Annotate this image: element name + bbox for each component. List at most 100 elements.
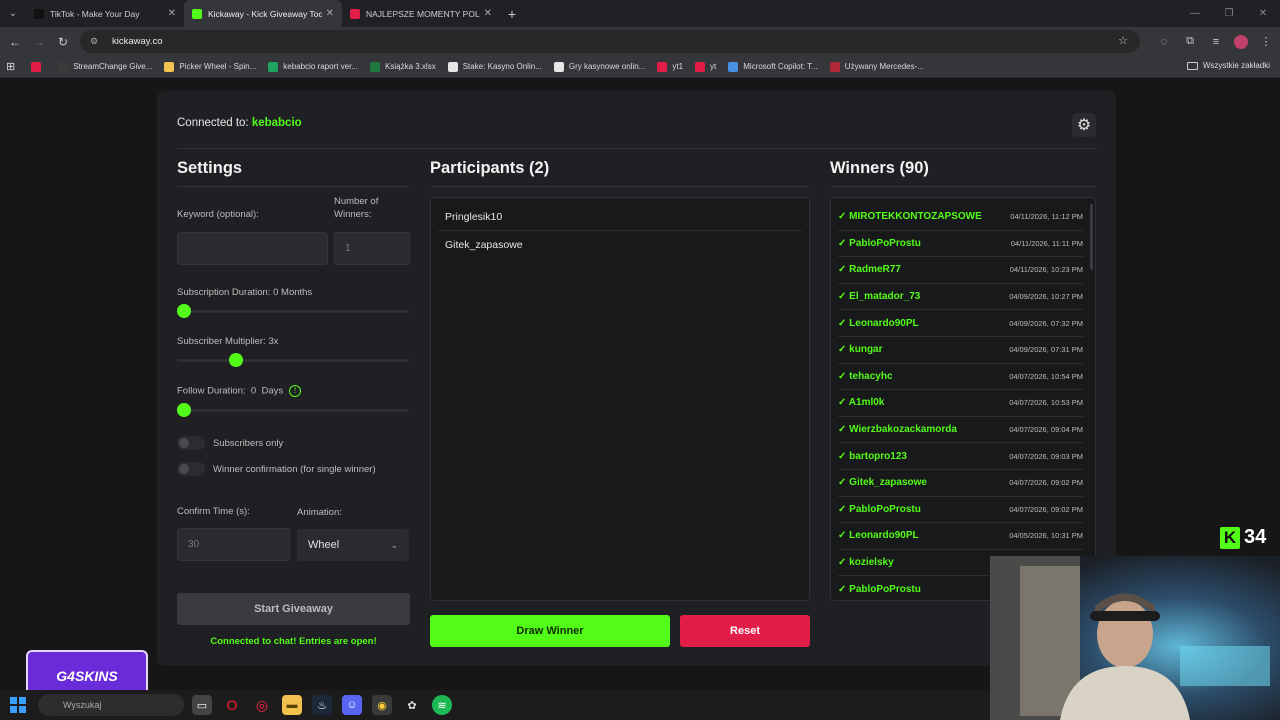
minimize-icon[interactable]: — (1178, 0, 1212, 27)
tab-search-chevron-icon[interactable]: ⌄ (0, 0, 26, 27)
confirm-time-input[interactable]: 30 (177, 528, 290, 561)
bookmark-favicon-icon (268, 61, 279, 72)
browser-tab[interactable]: Kickaway - Kick Giveaway Tool ✕ (184, 0, 342, 27)
site-info-icon[interactable]: ⚙ (90, 36, 102, 47)
follow-duration-slider[interactable] (177, 403, 409, 417)
keyword-input[interactable] (177, 232, 328, 265)
info-icon[interactable]: ! (289, 385, 302, 397)
close-tab-icon[interactable]: ✕ (326, 8, 334, 19)
spotify-icon[interactable]: ≋ (432, 695, 452, 715)
menu-kebab-icon[interactable]: ⋮ (1258, 35, 1274, 48)
start-giveaway-button[interactable]: Start Giveaway (177, 593, 410, 625)
address-bar: ← → ↻ ⚙ kickaway.co ☆ ◌ ⧉ ≡ ⋮ (0, 27, 1280, 56)
bookmark-label: StreamChange Give... (73, 62, 153, 71)
winner-name: ✓ kungar (838, 344, 883, 355)
winners-count-input[interactable]: 1 (334, 232, 410, 265)
apps-grid-icon[interactable]: ⊞ (6, 60, 15, 73)
bookmark-item[interactable]: Stake: Kasyno Onlin... (447, 61, 542, 72)
browser-tab[interactable]: NAJLEPSZE MOMENTY POLSKI ✕ (342, 0, 500, 27)
reading-list-icon[interactable]: ≡ (1208, 36, 1224, 48)
winner-name: ✓ PabloPoProstu (838, 238, 921, 249)
bookmark-item[interactable]: yt (695, 61, 716, 72)
check-icon: ✓ (838, 344, 850, 356)
extension-icon[interactable]: ◌ (1156, 36, 1172, 48)
multiplier-label: Subscriber Multiplier: 3x (177, 336, 279, 347)
slider-handle[interactable] (177, 304, 191, 318)
participants-title: Participants (2) (430, 159, 550, 177)
reload-icon[interactable]: ↻ (51, 35, 75, 49)
bookmark-favicon-icon (164, 61, 175, 72)
browser-tab[interactable]: TikTok - Make Your Day ✕ (26, 0, 184, 27)
taskbar: Wyszukaj ▭ O ◎ ▬ ♨ ☺ ◉ ✿ ≋ (0, 690, 990, 720)
channel-name: kebabcio (251, 117, 302, 129)
slider-handle[interactable] (229, 353, 244, 367)
animation-label: Animation: (297, 507, 342, 518)
close-tab-icon[interactable]: ✕ (168, 8, 176, 19)
bookmark-item[interactable]: Książka 3.xlsx (370, 61, 436, 72)
confirm-time-label: Confirm Time (s): (177, 506, 250, 517)
check-icon: ✓ (838, 530, 850, 542)
file-explorer-icon[interactable]: ▬ (282, 695, 302, 715)
bookmark-item[interactable]: yt1 (657, 61, 684, 72)
bookmark-star-icon[interactable]: ☆ (1118, 34, 1128, 47)
reset-button[interactable]: Reset (680, 615, 810, 647)
close-window-icon[interactable]: ✕ (1246, 0, 1280, 27)
maximize-icon[interactable]: ❐ (1212, 0, 1246, 27)
winner-row: ✓ PabloPoProstu 04/07/2026, 09:02 PM (838, 497, 1083, 524)
bookmark-favicon-icon (447, 61, 458, 72)
bookmark-item[interactable]: kebabcio raport ver... (268, 61, 359, 72)
winner-name-text: Leonardo90PL (849, 530, 919, 542)
tab-bar: ⌄ TikTok - Make Your Day ✕ Kickaway - Kick… (0, 0, 1280, 27)
winner-name-text: bartopro123 (849, 450, 907, 462)
all-bookmarks-button[interactable]: Wszystkie zakładki (1186, 61, 1270, 70)
draw-winner-button[interactable]: Draw Winner (430, 615, 670, 647)
multiplier-slider[interactable] (177, 353, 409, 367)
steam-icon[interactable]: ♨ (312, 695, 332, 715)
profile-avatar[interactable] (1234, 34, 1248, 49)
slider-handle[interactable] (177, 403, 191, 417)
bookmark-item[interactable]: Gry kasynowe onlin... (553, 61, 645, 72)
follow-duration-row: Follow Duration: 0 Days! (177, 385, 302, 397)
taskbar-search-input[interactable]: Wyszukaj (38, 694, 184, 716)
new-tab-button[interactable]: + (500, 6, 524, 22)
winner-confirmation-toggle[interactable] (177, 462, 205, 476)
opera-gx-icon[interactable]: ◎ (252, 695, 272, 715)
windows-start-icon[interactable] (0, 697, 36, 713)
bookmark-item[interactable] (31, 61, 46, 72)
bookmark-label: kebabcio raport ver... (283, 62, 359, 71)
winners-count-label: Number of Winners: (334, 196, 379, 220)
winners-list[interactable]: ✓ MIROTEKKONTOZAPSOWE 04/11/2026, 11:12 P… (830, 197, 1096, 601)
subscribers-only-toggle[interactable] (177, 436, 205, 450)
extensions-puzzle-icon[interactable]: ⧉ (1182, 35, 1198, 48)
winner-name: ✓ Wierzbakozackamorda (838, 424, 957, 435)
bookmark-item[interactable]: Picker Wheel - Spin... (164, 61, 256, 72)
tab-title: Kickaway - Kick Giveaway Tool (208, 8, 322, 19)
bookmark-item[interactable]: Używany Mercedes-... (829, 61, 924, 72)
bookmark-item[interactable]: Microsoft Copilot: T... (728, 61, 818, 72)
sub-duration-slider[interactable] (177, 304, 409, 318)
scrollbar[interactable] (1090, 204, 1093, 270)
winner-row: ✓ MIROTEKKONTOZAPSOWE 04/11/2026, 11:12 P… (838, 204, 1083, 231)
bookmark-item[interactable]: StreamChange Give... (58, 61, 153, 72)
tab-title: TikTok - Make Your Day (50, 8, 140, 19)
chrome-icon[interactable]: ◉ (372, 695, 392, 715)
app-icon[interactable]: ✿ (402, 695, 422, 715)
settings-gear-icon[interactable]: ⚙ (1072, 113, 1096, 137)
participants-list[interactable]: Pringlesik10 Gitek_zapasowe (430, 197, 810, 601)
check-icon: ✓ (838, 477, 850, 489)
close-tab-icon[interactable]: ✕ (484, 8, 492, 19)
forward-icon[interactable]: → (27, 35, 51, 49)
task-view-icon[interactable]: ▭ (192, 695, 212, 715)
bookmark-label: yt1 (672, 62, 684, 71)
viewer-count: 34 (1244, 526, 1267, 548)
tab-favicon-icon (34, 8, 44, 19)
opera-icon[interactable]: O (222, 695, 242, 715)
keyword-label: Keyword (optional): (177, 209, 259, 220)
url-input[interactable]: ⚙ kickaway.co ☆ (80, 30, 1140, 53)
taskbar-apps: ▭ O ◎ ▬ ♨ ☺ ◉ ✿ ≋ (192, 695, 452, 715)
discord-icon[interactable]: ☺ (342, 695, 362, 715)
winner-date: 04/09/2026, 07:31 PM (1009, 345, 1083, 355)
winner-name-text: kungar (849, 344, 883, 356)
animation-select[interactable]: Wheel ⌄ (297, 529, 409, 561)
back-icon[interactable]: ← (3, 35, 27, 49)
